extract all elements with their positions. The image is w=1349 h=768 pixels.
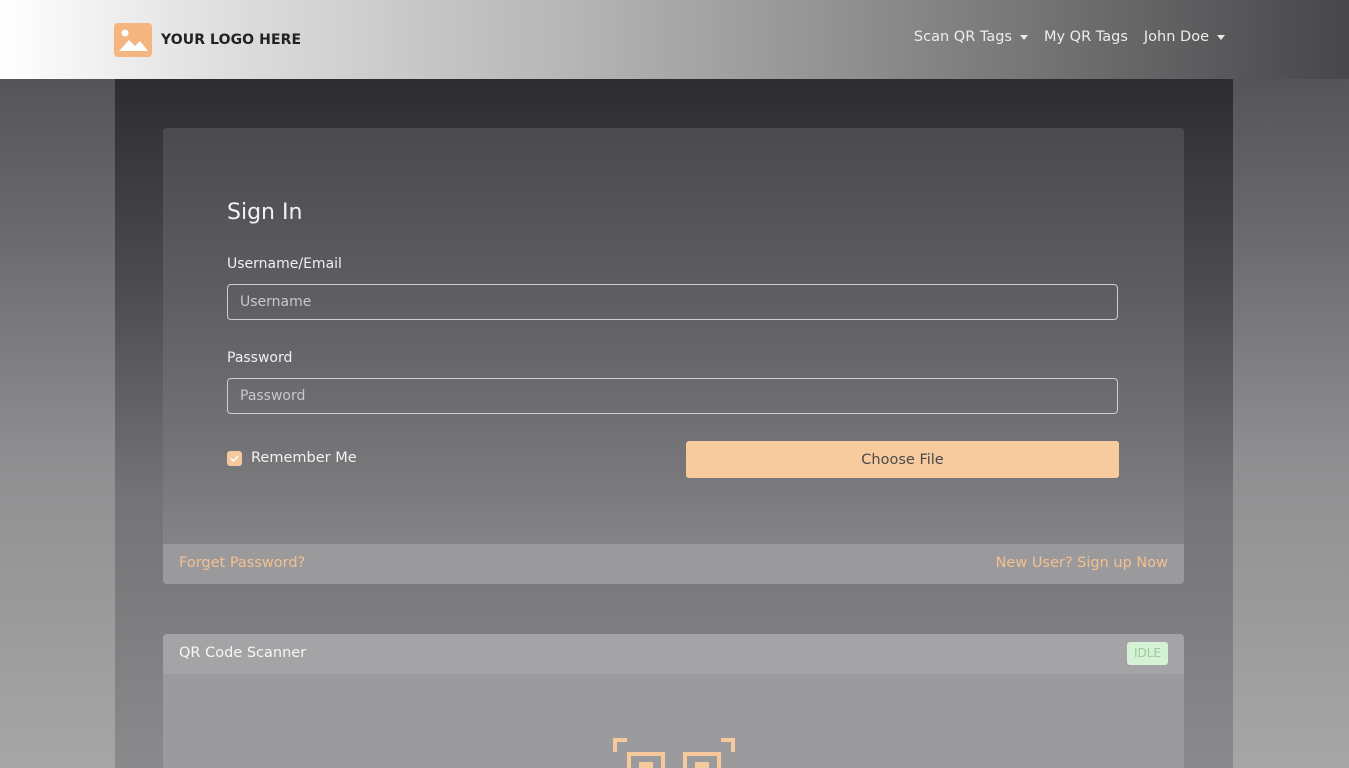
nav-scan-qr-tags-label: Scan QR Tags bbox=[913, 29, 1012, 45]
choose-file-button[interactable]: Choose File bbox=[686, 441, 1119, 478]
nav-my-qr-tags[interactable]: My QR Tags bbox=[1044, 29, 1128, 45]
brand[interactable]: YOUR LOGO HERE bbox=[114, 23, 301, 57]
scanner-title: QR Code Scanner bbox=[179, 645, 307, 661]
remember-me-checkbox[interactable] bbox=[227, 450, 242, 466]
nav-my-qr-tags-label: My QR Tags bbox=[1043, 29, 1128, 45]
remember-me[interactable]: Remember Me bbox=[227, 450, 357, 466]
scanner-header: QR Code Scanner IDLE bbox=[163, 634, 1184, 674]
signin-footer: Forget Password? New User? Sign up Now bbox=[163, 544, 1184, 584]
nav-menu: Scan QR Tags My QR Tags John Doe bbox=[914, 29, 1225, 45]
nav-user-dropdown[interactable]: John Doe bbox=[1144, 29, 1225, 45]
nav-user-label: John Doe bbox=[1143, 29, 1209, 45]
signin-card: Sign In Username/Email Password Remember… bbox=[163, 128, 1184, 584]
password-input[interactable] bbox=[227, 378, 1118, 414]
forget-password-link[interactable]: Forget Password? bbox=[179, 555, 305, 571]
nav-scan-qr-tags-dropdown[interactable]: Scan QR Tags bbox=[914, 29, 1028, 45]
username-input[interactable] bbox=[227, 284, 1118, 320]
signup-link[interactable]: New User? Sign up Now bbox=[996, 555, 1168, 571]
remember-me-label: Remember Me bbox=[251, 450, 357, 466]
status-badge: IDLE bbox=[1126, 642, 1168, 665]
username-label: Username/Email bbox=[227, 256, 342, 272]
caret-down-icon bbox=[1019, 34, 1028, 40]
password-label: Password bbox=[227, 350, 293, 366]
image-placeholder-icon bbox=[114, 23, 152, 57]
caret-down-icon bbox=[1217, 34, 1225, 40]
qr-scanner-card: QR Code Scanner IDLE bbox=[163, 634, 1184, 768]
signin-title: Sign In bbox=[227, 200, 303, 225]
qr-scan-icon[interactable] bbox=[613, 738, 735, 768]
top-navbar: YOUR LOGO HERE Scan QR Tags My QR Tags J… bbox=[0, 0, 1349, 79]
brand-text: YOUR LOGO HERE bbox=[161, 32, 302, 48]
